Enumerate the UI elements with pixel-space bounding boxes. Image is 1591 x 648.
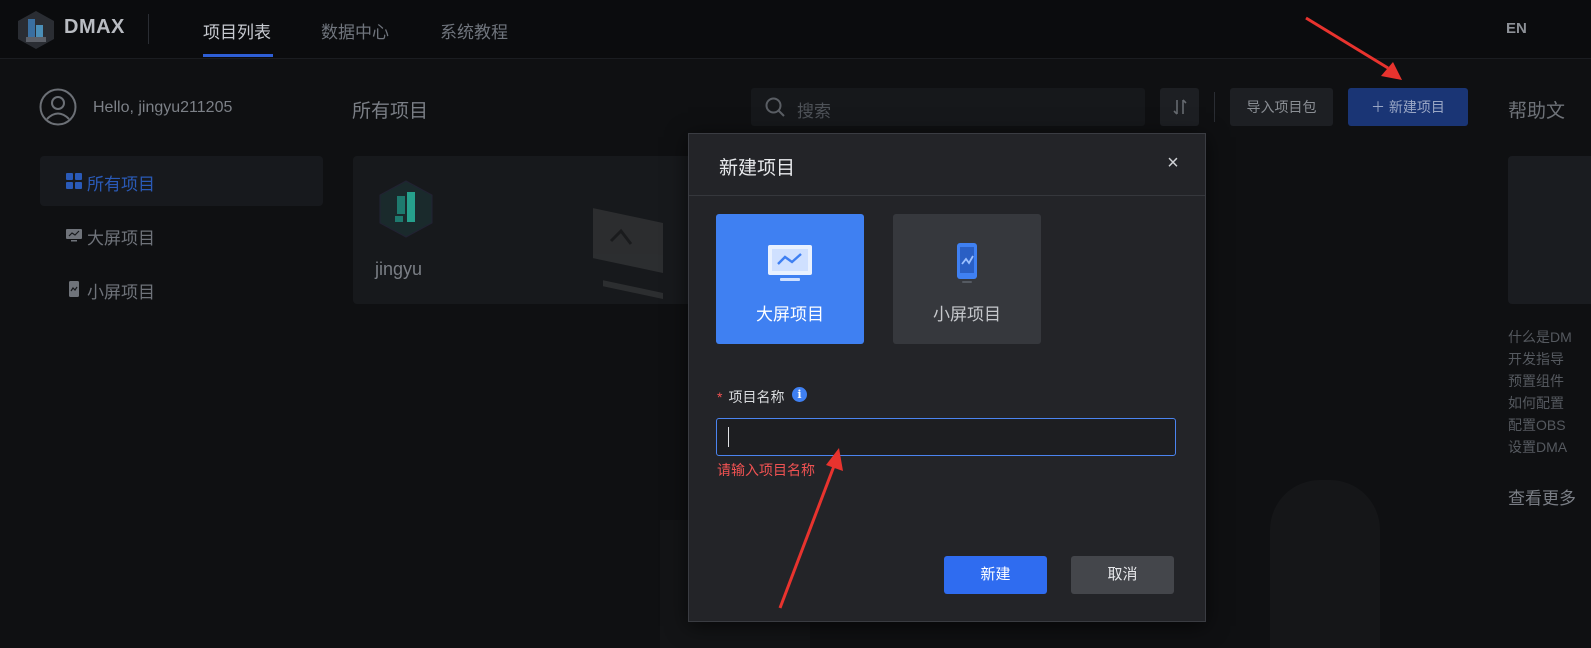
user-greeting: Hello, jingyu211205 — [93, 99, 233, 116]
annotation-arrowhead — [1381, 62, 1402, 80]
sidebar-item-all-projects[interactable]: 所有项目 — [40, 156, 323, 206]
sidebar-item-label: 大屏项目 — [87, 229, 155, 248]
project-name-label: * 项目名称 — [717, 387, 784, 407]
dmax-logo-icon[interactable] — [14, 7, 58, 51]
help-card-image[interactable] — [1508, 156, 1591, 304]
background-illustration — [1270, 480, 1380, 648]
divider — [1214, 92, 1215, 122]
text-caret — [728, 427, 729, 447]
sidebar-item-label: 所有项目 — [87, 175, 155, 194]
language-switch[interactable]: EN — [1506, 20, 1527, 37]
help-doc-link[interactable]: 如何配置 — [1508, 392, 1591, 414]
info-icon[interactable]: i — [792, 387, 807, 402]
project-type-label: 小屏项目 — [933, 305, 1001, 324]
project-card[interactable]: jingyu — [353, 156, 693, 304]
help-doc-link[interactable]: 什么是DM — [1508, 326, 1591, 348]
close-icon[interactable]: × — [1163, 153, 1183, 173]
monitor-illustration-icon — [593, 208, 663, 300]
search-input[interactable]: 搜索 — [751, 88, 1145, 126]
dialog-header: 新建项目 × — [689, 134, 1205, 196]
tab-data-center[interactable]: 数据中心 — [321, 18, 389, 43]
required-asterisk: * — [717, 389, 723, 405]
help-doc-link[interactable]: 开发指导 — [1508, 348, 1591, 370]
help-docs-title: 帮助文 — [1508, 101, 1566, 122]
sort-button[interactable] — [1160, 88, 1199, 126]
dialog-title: 新建项目 — [719, 158, 796, 179]
new-project-button[interactable]: ＋ 新建项目 — [1348, 88, 1468, 126]
user-avatar-icon[interactable] — [39, 88, 77, 126]
monitor-icon — [768, 245, 812, 281]
divider — [148, 14, 149, 44]
project-type-small-screen[interactable]: 小屏项目 — [893, 214, 1041, 344]
brand-name: DMAX — [64, 16, 125, 38]
mobile-icon — [957, 243, 977, 283]
create-button[interactable]: 新建 — [944, 556, 1047, 594]
project-type-large-screen[interactable]: 大屏项目 — [716, 214, 864, 344]
mobile-icon — [69, 281, 79, 297]
help-doc-link[interactable]: 设置DMA — [1508, 436, 1591, 458]
sidebar-item-label: 小屏项目 — [87, 283, 155, 302]
view-more-link[interactable]: 查看更多 — [1508, 484, 1576, 509]
validation-error: 请输入项目名称 — [717, 462, 815, 478]
project-type-label: 大屏项目 — [756, 305, 824, 324]
help-doc-link[interactable]: 配置OBS — [1508, 414, 1591, 436]
grid-icon — [66, 173, 82, 189]
search-placeholder: 搜索 — [797, 102, 831, 121]
sidebar-item-large-screen[interactable]: 大屏项目 — [40, 210, 323, 260]
help-doc-list: 什么是DM 开发指导 预置组件 如何配置 配置OBS 设置DMA — [1508, 326, 1591, 458]
import-package-button[interactable]: 导入项目包 — [1230, 88, 1333, 126]
sidebar-item-small-screen[interactable]: 小屏项目 — [40, 264, 323, 314]
project-name-input[interactable] — [716, 418, 1176, 456]
monitor-icon — [66, 229, 82, 242]
help-doc-link[interactable]: 预置组件 — [1508, 370, 1591, 392]
project-thumbnail-icon — [379, 180, 433, 238]
tab-project-list[interactable]: 项目列表 — [203, 18, 271, 43]
tab-system-tutorial[interactable]: 系统教程 — [440, 18, 508, 43]
active-tab-indicator — [203, 54, 273, 57]
top-navigation-bar: DMAX 项目列表 数据中心 系统教程 EN — [0, 0, 1591, 59]
page-title: 所有项目 — [352, 101, 429, 122]
new-project-dialog: 新建项目 × 大屏项目 小屏项目 * 项目名称 i 请输入项目名称 新建 取消 — [688, 133, 1206, 622]
project-name: jingyu — [375, 259, 423, 279]
sort-icon — [1173, 99, 1187, 115]
cancel-button[interactable]: 取消 — [1071, 556, 1174, 594]
field-label-text: 项目名称 — [728, 389, 785, 405]
search-icon — [765, 97, 785, 117]
